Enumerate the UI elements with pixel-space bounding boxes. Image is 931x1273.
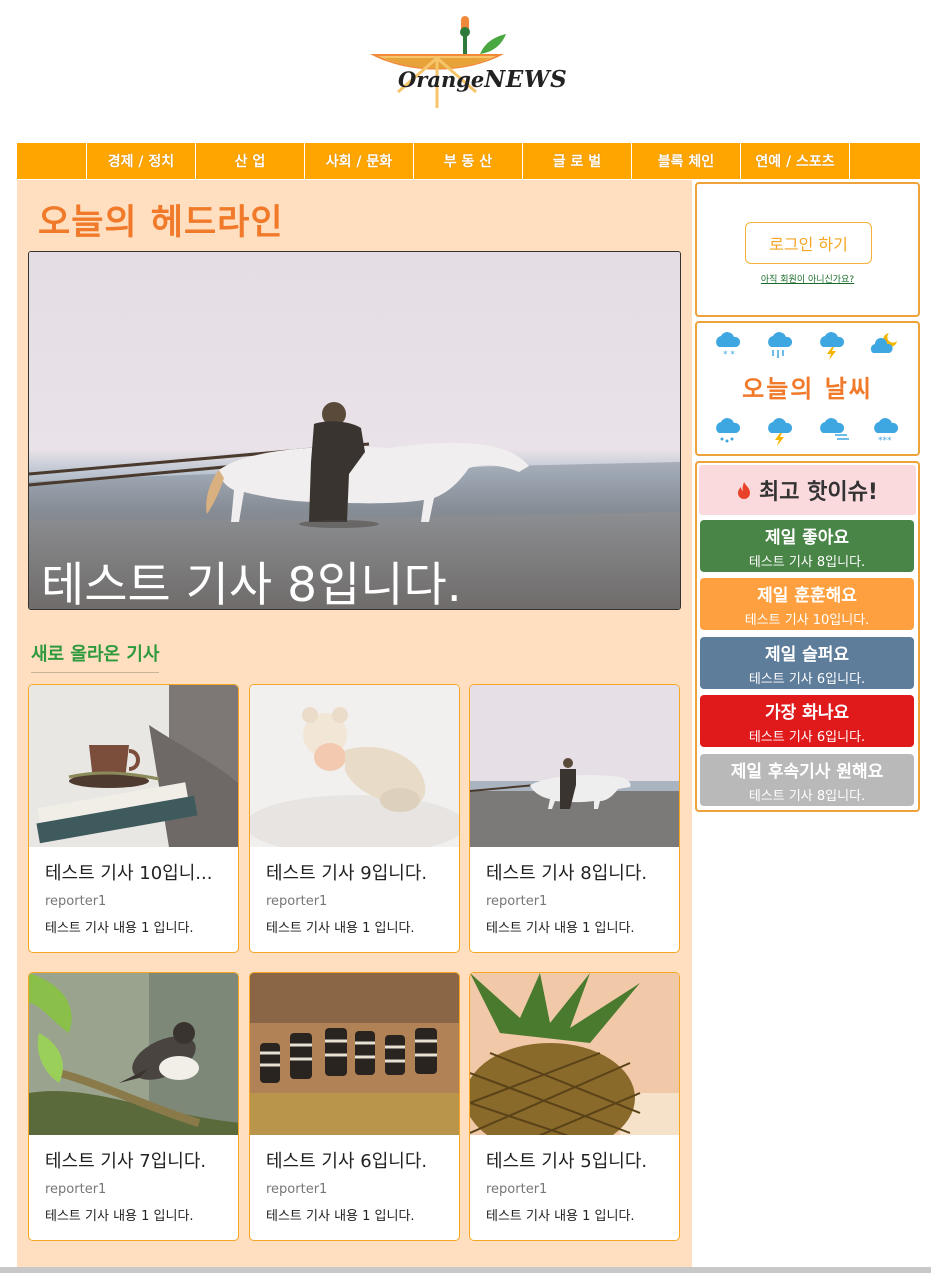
article-card[interactable]: 테스트 기사 5입니다. reporter1 테스트 기사 내용 1 입니다.: [469, 972, 680, 1241]
login-box: 로그인 하기 아직 회원이 아니신가요?: [695, 182, 920, 317]
nav-item-global[interactable]: 글 로 벌: [523, 143, 632, 179]
card-reporter: reporter1: [266, 1182, 328, 1197]
card-title: 테스트 기사 6입니다.: [266, 1151, 428, 1172]
logo-news-text: NEWS: [484, 66, 568, 93]
svg-text:***: ***: [878, 436, 892, 446]
weather-title: 오늘의 날씨: [742, 375, 873, 403]
page: OrangeNEWS 경제 / 정치 산 업 사회 / 문화 부 동 산 글 로…: [0, 0, 931, 1273]
issue-article: 테스트 기사 10입니다.: [744, 613, 870, 628]
article-card[interactable]: 테스트 기사 10입니... reporter1 테스트 기사 내용 1 입니다…: [28, 684, 239, 953]
article-card[interactable]: 테스트 기사 9입니다. reporter1 테스트 기사 내용 1 입니다.: [249, 684, 460, 953]
card-body: 테스트 기사 내용 1 입니다.: [266, 1209, 415, 1224]
nav-item-society-culture[interactable]: 사회 / 문화: [305, 143, 414, 179]
card-reporter: reporter1: [266, 894, 328, 909]
headline-section-title: 오늘의 헤드라인: [38, 203, 284, 243]
hot-issue-box: 최고 핫이슈! 제일 좋아요 테스트 기사 8입니다. 제일 훈훈해요 테스트 …: [695, 461, 920, 812]
weather-box[interactable]: * * 오늘의 날씨 ***: [695, 321, 920, 456]
rain-cloud-icon: [768, 332, 793, 358]
man-horse-beach-image: [470, 685, 679, 847]
card-reporter: reporter1: [45, 1182, 107, 1197]
zebras-image: [250, 973, 459, 1135]
issue-label: 제일 슬퍼요: [764, 645, 850, 665]
card-reporter: reporter1: [45, 894, 107, 909]
thunder-cloud-icon: [820, 332, 845, 360]
snow-cloud-icon: * *: [716, 332, 741, 360]
issue-article: 테스트 기사 6입니다.: [748, 730, 866, 745]
logo-orange-text: Orange: [398, 67, 485, 92]
issue-label: 제일 좋아요: [764, 528, 850, 548]
card-title: 테스트 기사 5입니다.: [486, 1151, 648, 1172]
hot-issue-most-follow-up[interactable]: 제일 후속기사 원해요 테스트 기사 8입니다.: [700, 754, 914, 806]
headline-hero-article[interactable]: 테스트 기사 8입니다.: [28, 251, 681, 610]
coffee-books-image: [29, 685, 238, 847]
main-content: 오늘의 헤드라인 테스트 기사 8입니다. 새로 올라온 기사 테스트 기사 1…: [17, 180, 692, 1268]
signup-link[interactable]: 아직 회원이 아니신가요?: [697, 272, 918, 285]
card-body: 테스트 기사 내용 1 입니다.: [486, 1209, 635, 1224]
login-button[interactable]: 로그인 하기: [745, 222, 872, 264]
card-title: 테스트 기사 8입니다.: [486, 863, 648, 884]
card-title: 테스트 기사 10입니...: [45, 863, 213, 884]
issue-article: 테스트 기사 6입니다.: [748, 672, 866, 687]
category-nav: 경제 / 정치 산 업 사회 / 문화 부 동 산 글 로 벌 블록 체인 연예…: [17, 143, 920, 179]
logo-wordmark: OrangeNEWS: [398, 66, 567, 93]
hot-issue-most-sad[interactable]: 제일 슬퍼요 테스트 기사 6입니다.: [700, 637, 914, 689]
issue-article: 테스트 기사 8입니다.: [748, 555, 866, 570]
snow-cloud-icon: ***: [874, 418, 899, 446]
rain-cloud-icon: [716, 418, 741, 443]
hot-issue-most-angry[interactable]: 가장 화나요 테스트 기사 6입니다.: [700, 695, 914, 747]
issue-label: 제일 후속기사 원해요: [730, 762, 884, 782]
card-body: 테스트 기사 내용 1 입니다.: [266, 921, 415, 936]
nav-item-economy-politics[interactable]: 경제 / 정치: [87, 143, 196, 179]
nav-item-blockchain[interactable]: 블록 체인: [632, 143, 741, 179]
wind-cloud-icon: [820, 418, 849, 440]
hero-caption: 테스트 기사 8입니다.: [41, 558, 462, 610]
issue-label: 제일 훈훈해요: [757, 586, 857, 606]
new-articles-section-title: 새로 올라온 기사: [31, 640, 160, 673]
card-reporter: reporter1: [486, 894, 548, 909]
hot-issue-header: 최고 핫이슈!: [699, 465, 916, 515]
fire-icon: [738, 482, 751, 499]
night-cloud-icon: [870, 333, 897, 353]
svg-text:* *: * *: [723, 350, 735, 360]
nav-item-real-estate[interactable]: 부 동 산: [414, 143, 523, 179]
card-title: 테스트 기사 9입니다.: [266, 863, 428, 884]
nav-spacer: [17, 143, 87, 179]
card-body: 테스트 기사 내용 1 입니다.: [486, 921, 635, 936]
thunder-cloud-icon: [768, 418, 793, 446]
bird-branch-image: [29, 973, 238, 1135]
nav-item-industry[interactable]: 산 업: [196, 143, 305, 179]
card-reporter: reporter1: [486, 1182, 548, 1197]
issue-article: 테스트 기사 8입니다.: [748, 789, 866, 804]
nav-item-entertainment-sports[interactable]: 연예 / 스포츠: [741, 143, 850, 179]
card-body: 테스트 기사 내용 1 입니다.: [45, 1209, 194, 1224]
hot-issue-most-heartwarming[interactable]: 제일 훈훈해요 테스트 기사 10입니다.: [700, 578, 914, 630]
horizontal-scrollbar[interactable]: [0, 1267, 931, 1273]
issue-label: 가장 화나요: [764, 703, 850, 723]
article-card[interactable]: 테스트 기사 7입니다. reporter1 테스트 기사 내용 1 입니다.: [28, 972, 239, 1241]
pineapple-image: [470, 973, 679, 1135]
card-title: 테스트 기사 7입니다.: [45, 1151, 207, 1172]
article-card[interactable]: 테스트 기사 6입니다. reporter1 테스트 기사 내용 1 입니다.: [249, 972, 460, 1241]
article-card[interactable]: 테스트 기사 8입니다. reporter1 테스트 기사 내용 1 입니다.: [469, 684, 680, 953]
sleeping-baby-image: [250, 685, 459, 847]
card-body: 테스트 기사 내용 1 입니다.: [45, 921, 194, 936]
hot-issue-title: 최고 핫이슈!: [759, 480, 878, 505]
hot-issue-most-liked[interactable]: 제일 좋아요 테스트 기사 8입니다.: [700, 520, 914, 572]
